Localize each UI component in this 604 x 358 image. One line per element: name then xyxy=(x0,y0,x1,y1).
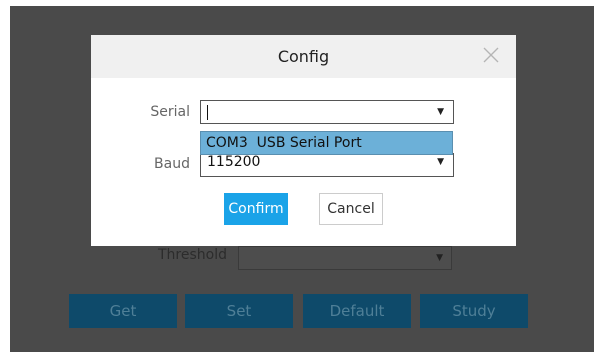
config-dialog: Config Serial ▼ Baud 115200 ▼ COM3 USB S… xyxy=(91,35,516,246)
threshold-label: Threshold xyxy=(158,247,227,263)
chevron-down-icon: ▼ xyxy=(436,253,443,263)
set-button[interactable]: Set xyxy=(185,294,293,328)
dialog-header: Config xyxy=(91,35,516,78)
baud-label: Baud xyxy=(154,156,190,172)
threshold-select[interactable]: ▼ xyxy=(238,246,452,270)
serial-label: Serial xyxy=(150,104,190,120)
chevron-down-icon[interactable]: ▼ xyxy=(437,107,444,117)
default-button[interactable]: Default xyxy=(303,294,411,328)
get-button[interactable]: Get xyxy=(69,294,177,328)
baud-value: 115200 xyxy=(207,154,261,170)
study-button[interactable]: Study xyxy=(420,294,528,328)
serial-select[interactable]: ▼ xyxy=(200,100,454,124)
confirm-button[interactable]: Confirm xyxy=(224,193,288,225)
serial-dropdown-list: COM3 USB Serial Port xyxy=(200,131,453,155)
chevron-down-icon[interactable]: ▼ xyxy=(437,157,444,167)
text-cursor xyxy=(207,105,208,120)
close-icon[interactable] xyxy=(482,46,500,64)
baud-select[interactable]: 115200 ▼ xyxy=(200,153,454,177)
serial-option[interactable]: COM3 USB Serial Port xyxy=(206,135,362,151)
dialog-title: Config xyxy=(277,47,330,66)
cancel-button[interactable]: Cancel xyxy=(319,193,383,225)
